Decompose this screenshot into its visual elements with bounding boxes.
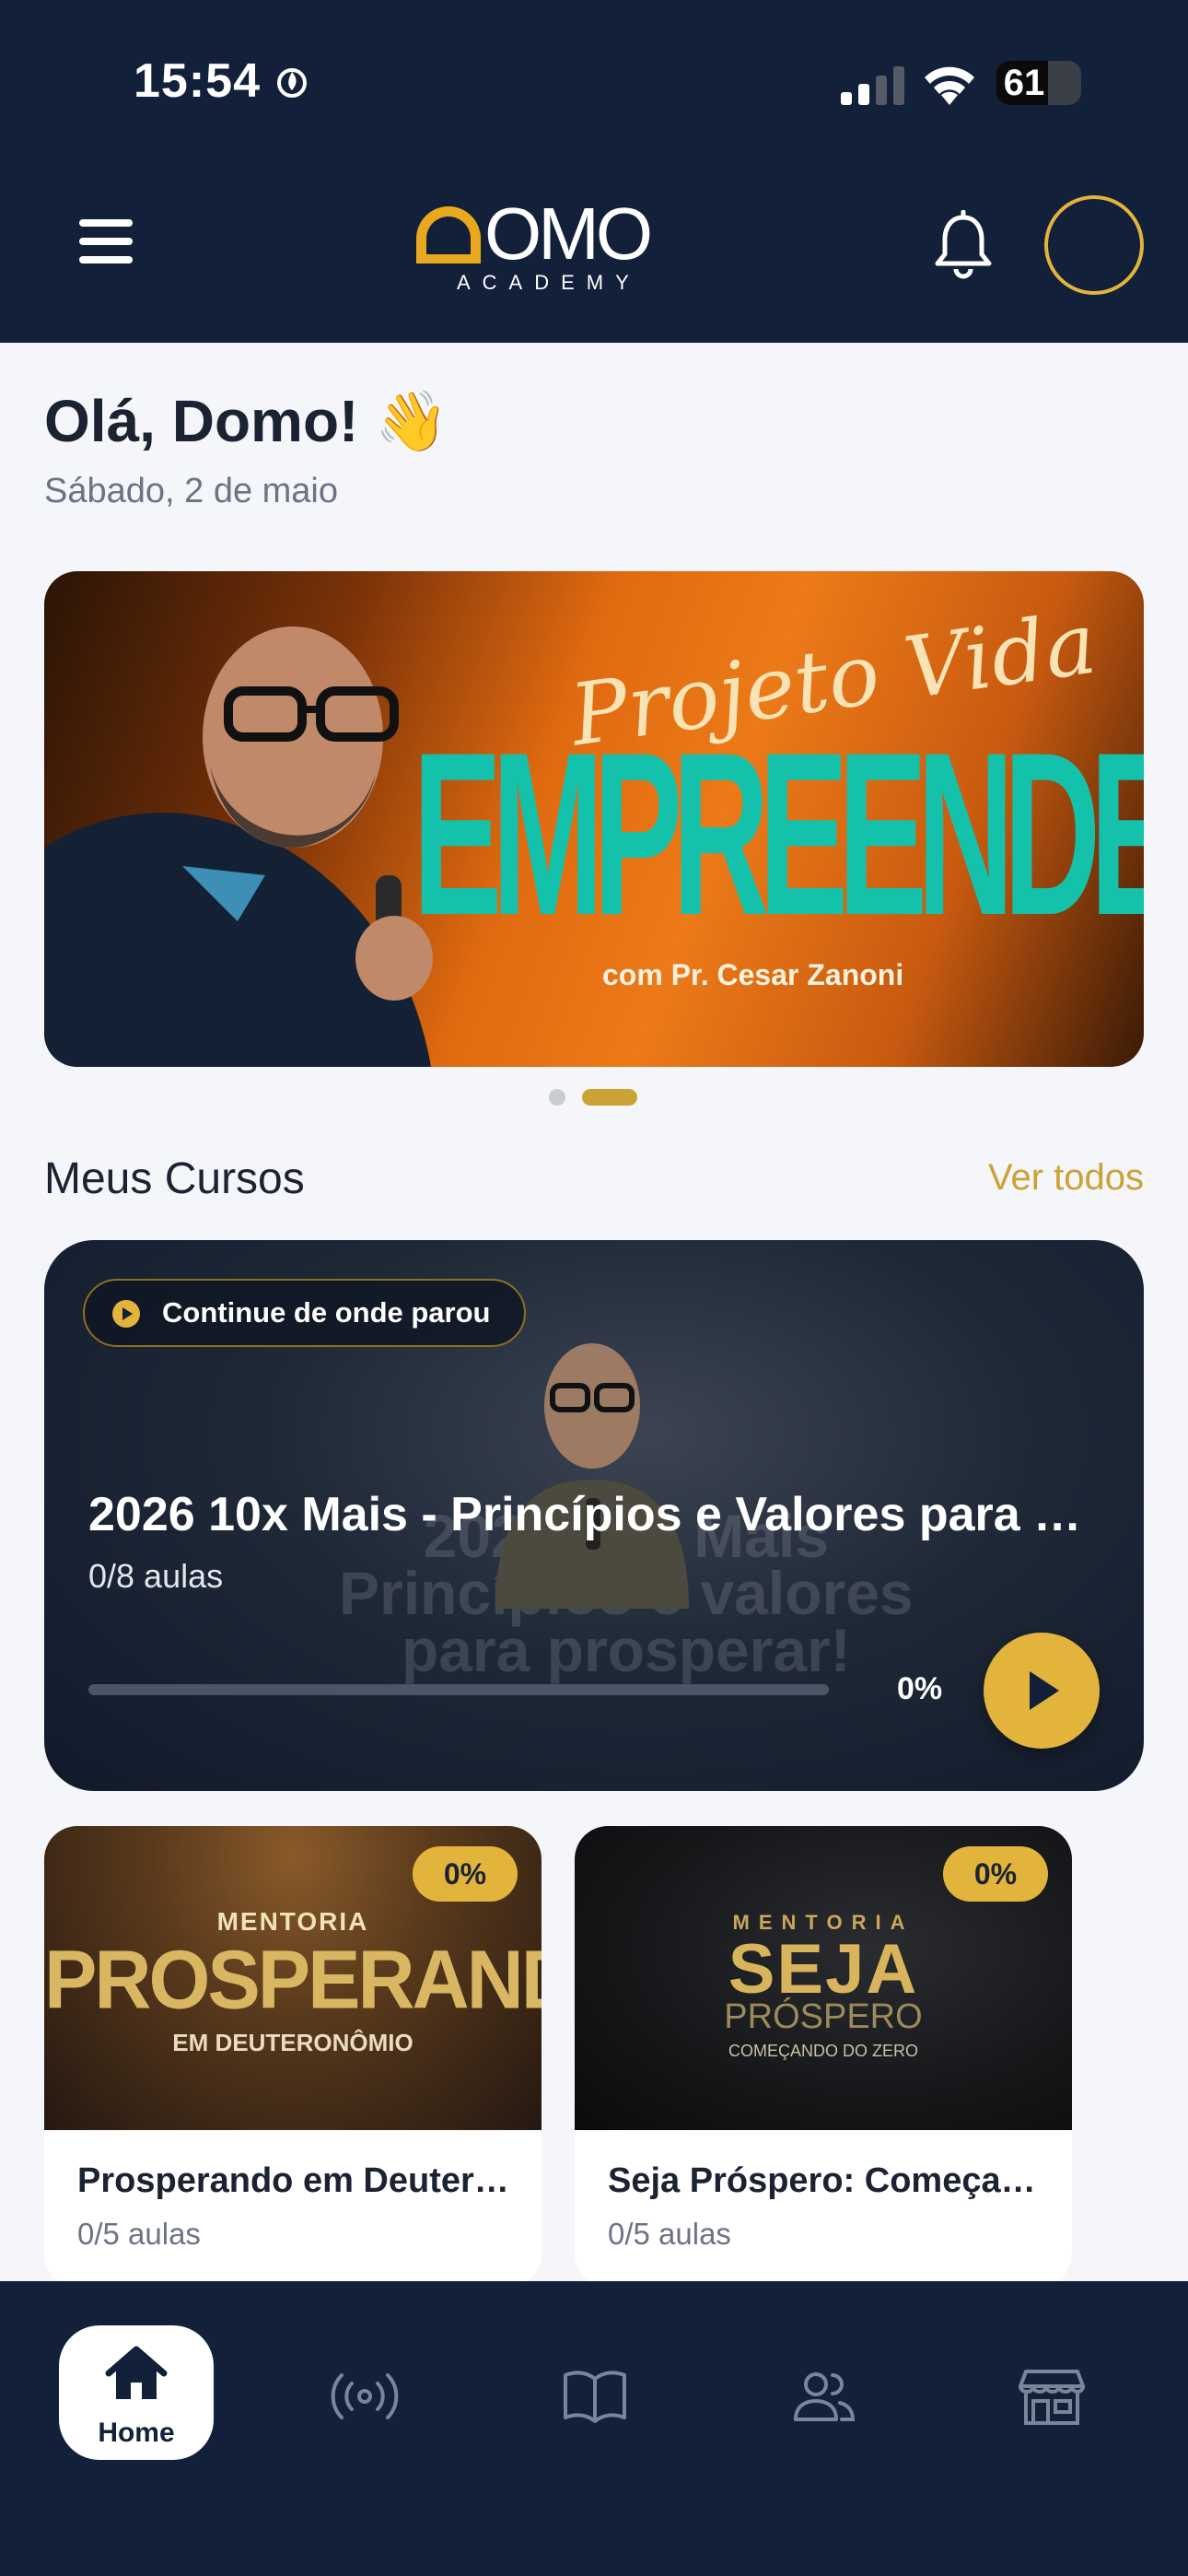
cellular-signal-icon xyxy=(841,66,904,105)
status-bar: 15:54 61 xyxy=(0,46,1188,120)
tab-home-label: Home xyxy=(98,2418,175,2448)
live-broadcast-icon[interactable] xyxy=(330,2366,400,2427)
course-progress-percent: 0% xyxy=(897,1671,943,1706)
continue-chip: Continue de onde parou xyxy=(83,1279,526,1347)
play-button[interactable] xyxy=(984,1633,1100,1749)
banner-subtitle: com Pr. Cesar Zanoni xyxy=(602,958,904,991)
see-all-link[interactable]: Ver todos xyxy=(988,1157,1144,1199)
user-avatar-button[interactable] xyxy=(1044,195,1144,295)
course-card-title: Seja Próspero: Começando do Zero xyxy=(608,2161,1050,2200)
continue-course-lessons: 0/8 aulas xyxy=(88,1557,224,1595)
continue-course-title: 2026 10x Mais - Princípios e Valores par… xyxy=(88,1488,1101,1541)
promo-banner[interactable]: Projeto Vida EMPREENDE com Pr. Cesar Zan… xyxy=(44,571,1144,1067)
course-card-lessons: 0/5 aulas xyxy=(608,2217,731,2251)
course-progress-badge: 0% xyxy=(943,1846,1048,1902)
carousel-dot[interactable] xyxy=(549,1089,565,1106)
course-progress-bar xyxy=(88,1684,829,1695)
home-icon xyxy=(105,2346,168,2399)
course-presenter-photo xyxy=(495,1343,689,1609)
course-card[interactable]: MENTORIA SEJA PRÓSPERO COMEÇANDO DO ZERO… xyxy=(575,1826,1072,2287)
greeting-title: Olá, Domo! 👋 xyxy=(44,388,448,454)
domo-academy-logo: OMO ACADEMY xyxy=(413,193,661,295)
status-time: 15:54 xyxy=(134,54,261,108)
course-progress-badge: 0% xyxy=(413,1846,518,1902)
wifi-icon xyxy=(925,66,974,105)
continue-watching-card[interactable]: 2026 10x Mais Princípios e valores para … xyxy=(44,1240,1144,1791)
banner-title: EMPREENDE xyxy=(413,705,1144,964)
course-card-title: Prosperando em Deuteronômio xyxy=(77,2161,519,2200)
top-header: 15:54 61 OMO ACADEMY xyxy=(0,0,1188,343)
hamburger-menu-button[interactable] xyxy=(66,210,146,276)
greeting-date: Sábado, 2 de maio xyxy=(44,472,339,510)
battery-indicator: 61 xyxy=(996,61,1081,105)
carousel-indicator xyxy=(549,1089,641,1107)
play-circle-icon xyxy=(112,1300,140,1328)
section-title-my-courses: Meus Cursos xyxy=(44,1154,305,1203)
community-icon[interactable] xyxy=(788,2366,858,2427)
book-icon[interactable] xyxy=(560,2366,630,2427)
store-icon[interactable] xyxy=(1017,2366,1087,2427)
course-thumbnail: MENTORIA PROSPERANDO EM DEUTERONÔMIO 0% xyxy=(44,1826,542,2130)
flame-icon xyxy=(277,68,307,98)
tab-home[interactable]: Home xyxy=(59,2325,214,2460)
battery-percent: 61 xyxy=(1003,63,1045,103)
course-thumbnail: MENTORIA SEJA PRÓSPERO COMEÇANDO DO ZERO… xyxy=(575,1826,1072,2130)
bell-icon[interactable] xyxy=(928,210,998,284)
bottom-tab-bar: Home xyxy=(0,2281,1188,2576)
course-card-lessons: 0/5 aulas xyxy=(77,2217,201,2251)
menu-icon xyxy=(79,219,133,227)
course-card[interactable]: MENTORIA PROSPERANDO EM DEUTERONÔMIO 0% … xyxy=(44,1826,542,2287)
carousel-dot[interactable] xyxy=(582,1089,637,1106)
